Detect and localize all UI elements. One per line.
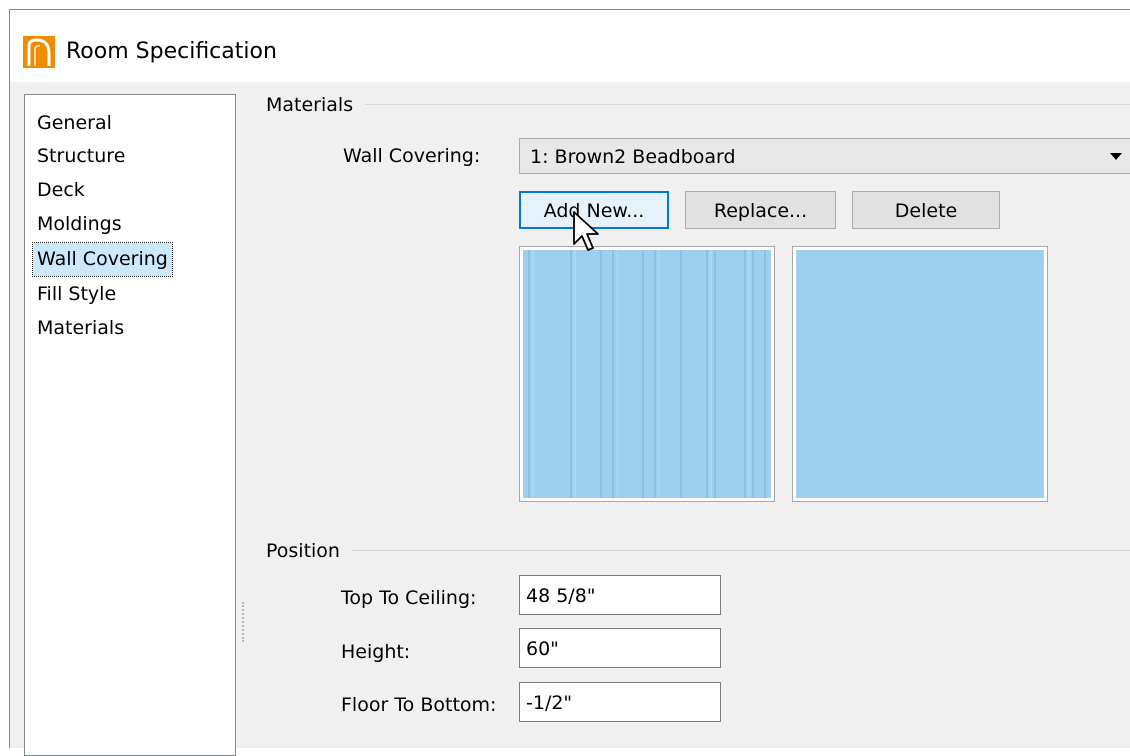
materials-group-title: Materials [266,93,366,117]
materials-group-border [268,104,1130,105]
top-to-ceiling-value: 48 5/8" [526,585,596,607]
top-to-ceiling-field[interactable]: 48 5/8" [519,575,721,615]
sidebar-item-structure[interactable]: Structure [37,140,125,173]
window-title: Room Specification [66,39,277,64]
beadboard-texture-image [523,250,771,498]
wall-covering-dropdown[interactable]: 1: Brown2 Beadboard [519,138,1130,174]
material-texture-preview [519,246,775,502]
sidebar-item-moldings[interactable]: Moldings [37,208,122,241]
room-specification-dialog: Room Specification General Structure Dec… [9,9,1130,756]
title-bar[interactable]: Room Specification [10,10,1130,82]
sidebar-item-fill-style[interactable]: Fill Style [37,278,116,311]
floor-to-bottom-label: Floor To Bottom: [341,694,497,716]
sidebar-item-materials[interactable]: Materials [37,312,124,345]
category-list[interactable]: General Structure Deck Moldings Wall Cov… [24,94,236,756]
sidebar-item-general[interactable]: General [37,107,112,140]
replace-button[interactable]: Replace... [685,191,836,229]
mouse-pointer-icon [573,211,599,251]
position-group-border [268,550,1130,551]
splitter-handle[interactable] [242,602,246,642]
sidebar-item-deck[interactable]: Deck [37,174,85,207]
chevron-down-icon [1110,153,1122,160]
app-logo-icon [23,36,55,68]
top-to-ceiling-label: Top To Ceiling: [341,587,477,609]
position-group-title: Position [266,539,352,563]
floor-to-bottom-value: -1/2" [526,692,573,714]
sidebar-item-wall-covering[interactable]: Wall Covering [32,242,173,277]
material-color-preview [792,246,1048,502]
floor-to-bottom-field[interactable]: -1/2" [519,682,721,722]
delete-button[interactable]: Delete [852,191,1000,229]
wall-covering-label: Wall Covering: [343,145,481,167]
height-value: 60" [526,638,559,660]
wall-covering-value: 1: Brown2 Beadboard [530,146,736,168]
color-swatch [796,250,1044,498]
height-label: Height: [341,641,411,663]
height-field[interactable]: 60" [519,628,721,668]
